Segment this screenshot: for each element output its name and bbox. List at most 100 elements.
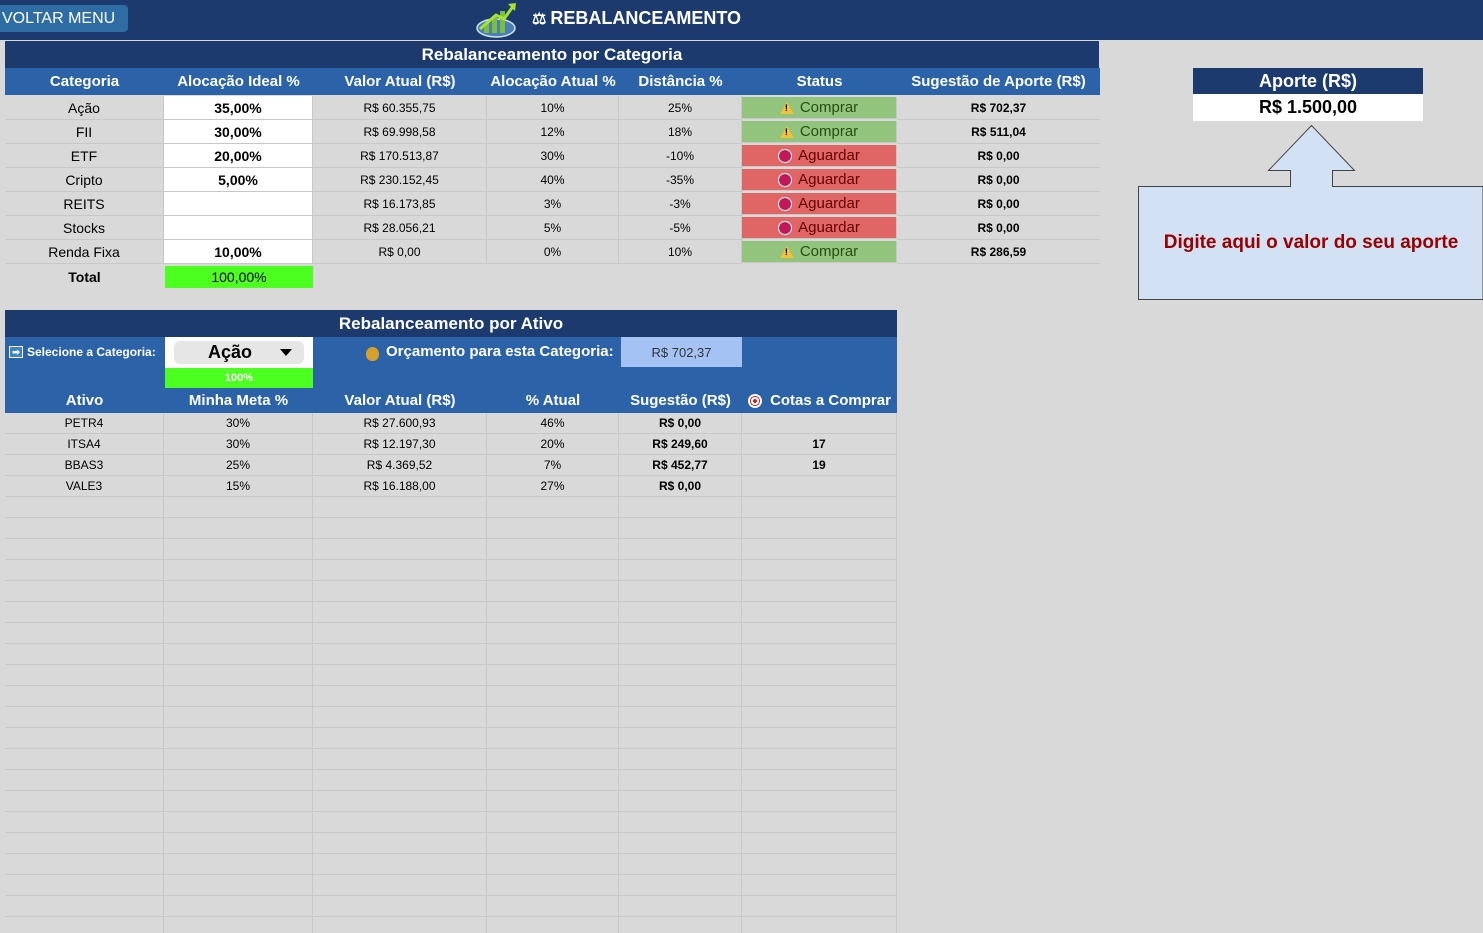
status-badge: Aguardar [742,217,897,239]
suggested-contribution: R$ 0,00 [897,168,1100,192]
asset-value [313,917,487,933]
empty-row [5,875,897,896]
red-circle-icon [778,172,793,187]
asset-suggestion [619,707,742,728]
money-bag-icon [366,346,379,361]
asset-target[interactable] [164,644,313,665]
category-row: Renda Fixa10,00%R$ 0,000%10% Comprar R$ 28… [5,240,1100,264]
ideal-allocation-input[interactable] [164,192,313,216]
asset-target[interactable] [164,707,313,728]
col-sugestao: Sugestão (R$) [630,392,731,409]
asset-ticker [5,707,164,728]
empty-row [5,833,897,854]
ideal-allocation-input[interactable]: 10,00% [164,240,313,264]
current-allocation: 10% [487,96,619,120]
asset-shares-to-buy [742,665,897,686]
asset-target[interactable] [164,728,313,749]
asset-suggestion [619,686,742,707]
asset-target[interactable]: 25% [164,455,313,476]
asset-value: R$ 27.600,93 [313,413,487,434]
asset-suggestion [619,665,742,686]
ideal-allocation-input[interactable] [164,216,313,240]
asset-current-pct [487,770,619,791]
asset-target[interactable] [164,917,313,933]
ideal-allocation-input[interactable]: 35,00% [164,96,313,120]
current-allocation: 5% [487,216,619,240]
total-value: 100,00% [165,266,313,288]
asset-target[interactable] [164,875,313,896]
asset-target[interactable] [164,560,313,581]
red-circle-icon [778,220,793,235]
empty-row [5,623,897,644]
category-table-header: Categoria Alocação Ideal % Valor Atual (… [5,68,1100,95]
asset-target[interactable] [164,791,313,812]
asset-current-pct [487,812,619,833]
empty-row [5,812,897,833]
category-section-title: Rebalanceamento por Categoria [5,41,1099,68]
asset-target[interactable] [164,581,313,602]
asset-suggestion [619,812,742,833]
asset-value [313,581,487,602]
category-row: REITS R$ 16.173,85 3% -3% Aguardar R$ 0,00 [5,192,1100,216]
asset-shares-to-buy [742,917,897,933]
red-circle-icon [778,196,793,211]
asset-current-pct [487,791,619,812]
asset-target[interactable] [164,602,313,623]
warning-icon [779,245,794,258]
asset-target[interactable] [164,686,313,707]
asset-target[interactable] [164,518,313,539]
asset-suggestion: R$ 249,60 [619,434,742,455]
asset-ticker [5,875,164,896]
current-allocation: 12% [487,120,619,144]
col-cotas: Cotas a Comprar [742,388,897,413]
asset-suggestion [619,518,742,539]
asset-target[interactable] [164,812,313,833]
asset-suggestion [619,728,742,749]
empty-row [5,917,897,933]
asset-target[interactable] [164,770,313,791]
col-distancia: Distância % [638,73,723,90]
ideal-allocation-input[interactable]: 20,00% [164,144,313,168]
asset-target[interactable] [164,623,313,644]
asset-value [313,728,487,749]
asset-target[interactable] [164,854,313,875]
asset-target[interactable] [164,833,313,854]
asset-current-pct [487,602,619,623]
empty-row [5,581,897,602]
asset-ticker [5,665,164,686]
asset-value [313,896,487,917]
asset-value: R$ 12.197,30 [313,434,487,455]
empty-row [5,770,897,791]
category-dropdown[interactable]: Ação [174,341,304,364]
asset-shares-to-buy [742,686,897,707]
warning-icon [779,125,794,138]
distance: 25% [619,96,742,120]
category-name: Cripto [5,168,164,192]
col-cotas-label: Cotas a Comprar [770,392,891,409]
asset-target[interactable]: 15% [164,476,313,497]
aporte-input[interactable]: R$ 1.500,00 [1193,94,1423,121]
asset-suggestion [619,896,742,917]
asset-shares-to-buy [742,854,897,875]
asset-target[interactable] [164,749,313,770]
asset-target[interactable]: 30% [164,413,313,434]
asset-ticker [5,896,164,917]
asset-target[interactable] [164,497,313,518]
asset-current-pct [487,623,619,644]
current-allocation: 3% [487,192,619,216]
asset-ticker: ITSA4 [5,434,164,455]
asset-target[interactable] [164,896,313,917]
col-pct-atual: % Atual [525,392,581,409]
asset-target[interactable] [164,665,313,686]
asset-target[interactable] [164,539,313,560]
status-badge: Comprar [742,97,897,119]
asset-current-pct [487,518,619,539]
ideal-allocation-input[interactable]: 30,00% [164,120,313,144]
asset-shares-to-buy: 17 [742,434,897,455]
category-name: Ação [5,96,164,120]
status-badge: Aguardar [742,169,897,191]
top-bar [0,0,1483,40]
asset-target[interactable]: 30% [164,434,313,455]
ideal-allocation-input[interactable]: 5,00% [164,168,313,192]
voltar-menu-button[interactable]: VOLTAR MENU [0,5,128,32]
